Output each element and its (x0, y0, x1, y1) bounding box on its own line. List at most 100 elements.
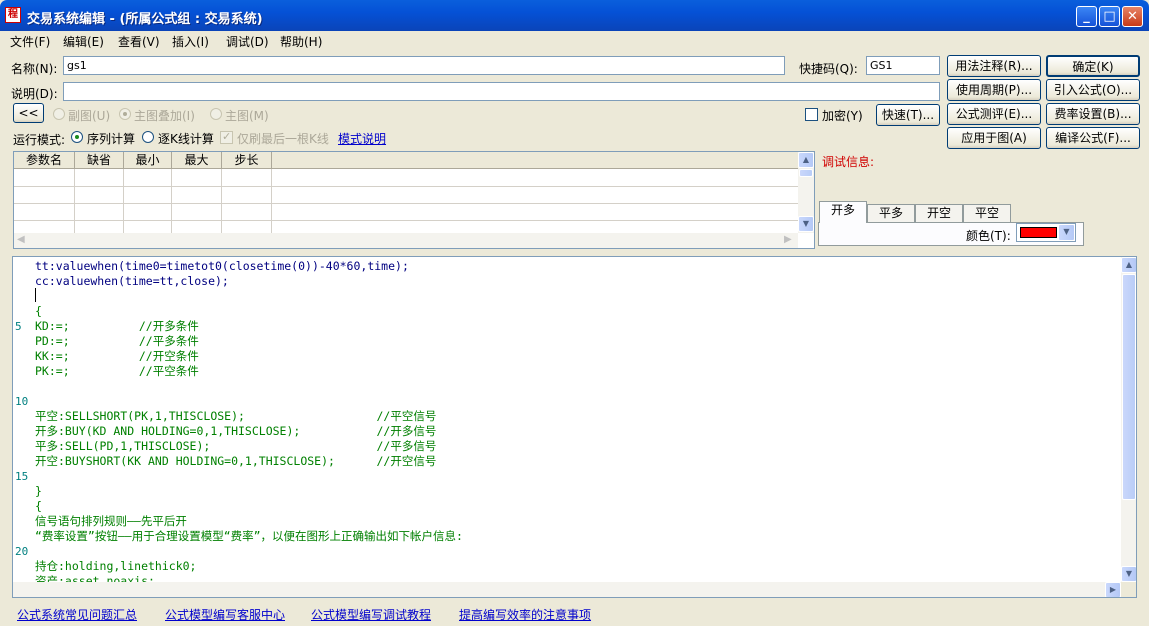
import-formula-button[interactable]: 引入公式(O)... (1046, 79, 1140, 101)
minimize-icon[interactable]: _ (1076, 6, 1097, 27)
code-line[interactable]: 开空:BUYSHORT(KK AND HOLDING=0,1,THISCLOSE… (35, 454, 436, 469)
radio-main-overlay[interactable] (119, 108, 131, 120)
code-line[interactable]: { (35, 304, 42, 319)
radio-seq-label: 序列计算 (87, 132, 136, 146)
ok-button[interactable]: 确定(K) (1046, 55, 1140, 77)
code-line[interactable]: KK:=; //开空条件 (35, 349, 199, 364)
radio-main-chart[interactable] (210, 108, 222, 120)
tab-open-short[interactable]: 开空 (915, 204, 963, 222)
grid-header-name[interactable]: 参数名 (14, 152, 75, 169)
code-line[interactable]: 持仓:holding,linethick0; (35, 559, 196, 574)
link-faq[interactable]: 公式系统常见问题汇总 (17, 606, 137, 623)
radio-main-label: 主图(M) (225, 109, 269, 123)
code-line[interactable]: tt:valuewhen(time0=timetot0(closetime(0)… (35, 259, 409, 274)
code-line[interactable]: PD:=; //平多条件 (35, 334, 199, 349)
editor-scroll-right-icon[interactable]: ▶ (1105, 582, 1121, 597)
chevron-down-icon[interactable]: ▼ (1058, 224, 1075, 241)
apply-chart-button[interactable]: 应用于图(A) (947, 127, 1041, 149)
encrypt-checkbox[interactable] (805, 108, 818, 121)
code-line[interactable]: cc:valuewhen(time=tt,close); (35, 274, 229, 289)
menu-insert[interactable]: 插入(I) (172, 33, 209, 50)
menu-edit[interactable]: 编辑(E) (63, 33, 104, 50)
grid-col-line (271, 169, 272, 233)
code-line[interactable]: 平空:SELLSHORT(PK,1,THISCLOSE); //平空信号 (35, 409, 436, 424)
editor-hscrollbar[interactable] (13, 582, 1121, 597)
grid-col-line (123, 169, 124, 233)
text-cursor (35, 288, 36, 302)
only-last-label: 仅刷最后一根K线 (237, 132, 329, 146)
status-bar: 公式系统常见问题汇总 公式模型编写客服中心 公式模型编写调试教程 提高编写效率的… (0, 602, 1149, 626)
name-input[interactable]: gs1 (63, 56, 785, 75)
code-area[interactable]: tt:valuewhen(time0=timetot0(closetime(0)… (13, 258, 1121, 582)
tab-close-long[interactable]: 平多 (867, 204, 915, 222)
radio-sub-label: 副图(U) (68, 109, 111, 123)
link-support[interactable]: 公式模型编写客服中心 (165, 606, 285, 623)
code-editor[interactable]: tt:valuewhen(time0=timetot0(closetime(0)… (12, 256, 1137, 598)
line-number: 5 (15, 320, 22, 333)
tab-close-short[interactable]: 平空 (963, 204, 1011, 222)
radio-kline-label: 逐K线计算 (158, 132, 214, 146)
editor-vscroll-thumb[interactable] (1122, 274, 1136, 500)
fee-settings-button[interactable]: 费率设置(B)... (1046, 103, 1140, 125)
grid-header-max[interactable]: 最大 (172, 152, 222, 169)
radio-kline-calc[interactable] (142, 131, 154, 143)
editor-scroll-down-icon[interactable]: ▼ (1121, 566, 1136, 582)
code-line[interactable]: { (35, 499, 42, 514)
code-line[interactable]: “费率设置”按钮——用于合理设置模型“费率”，以便在图形上正确输出如下帐户信息: (35, 529, 463, 544)
color-select[interactable]: ▼ (1016, 223, 1076, 242)
grid-scroll-up-icon[interactable]: ▲ (798, 152, 814, 168)
grid-header-min[interactable]: 最小 (124, 152, 172, 169)
grid-row-line (14, 186, 798, 187)
menu-file[interactable]: 文件(F) (10, 33, 50, 50)
only-last-checkbox[interactable] (220, 130, 233, 144)
grid-hscrollbar[interactable] (14, 233, 798, 248)
color-swatch (1020, 227, 1057, 238)
line-number: 20 (15, 545, 29, 558)
code-line[interactable]: 开多:BUY(KD AND HOLDING=0,1,THISCLOSE); //… (35, 424, 436, 439)
name-label: 名称(N): (11, 62, 58, 76)
grid-header-step[interactable]: 步长 (222, 152, 272, 169)
debug-info-label: 调试信息: (822, 155, 875, 169)
grid-vscroll-thumb[interactable] (799, 169, 813, 177)
params-grid[interactable]: 参数名 缺省 最小 最大 步长 ▲ ▼ ◀ ▶ (13, 151, 815, 249)
compile-button[interactable]: 编译公式(F)... (1046, 127, 1140, 149)
menu-view[interactable]: 查看(V) (118, 33, 160, 50)
shortcut-input[interactable]: GS1 (866, 56, 940, 75)
color-label: 颜色(T): (966, 229, 1011, 243)
desc-input[interactable] (63, 82, 940, 101)
scroll-corner (1121, 582, 1136, 597)
usage-notes-button[interactable]: 用法注释(R)... (947, 55, 1041, 77)
close-icon[interactable]: ✕ (1122, 6, 1143, 27)
title-bar: 程 交易系统编辑 - (所属公式组 : 交易系统) _ □ ✕ (0, 0, 1149, 31)
tab-open-long[interactable]: 开多 (819, 201, 867, 223)
link-tutorial[interactable]: 公式模型编写调试教程 (311, 606, 431, 623)
grid-header-filler (272, 152, 798, 169)
radio-sub-chart[interactable] (53, 108, 65, 120)
desc-label: 说明(D): (11, 87, 58, 101)
editor-scroll-up-icon[interactable]: ▲ (1121, 257, 1136, 273)
app-icon: 程 (5, 7, 21, 23)
menu-help[interactable]: 帮助(H) (280, 33, 322, 50)
grid-scroll-left-icon[interactable]: ◀ (17, 234, 25, 245)
collapse-button[interactable]: << (13, 103, 44, 123)
grid-scroll-down-icon[interactable]: ▼ (798, 216, 814, 232)
maximize-icon[interactable]: □ (1099, 6, 1120, 27)
link-tips[interactable]: 提高编写效率的注意事项 (459, 606, 591, 623)
code-line[interactable]: KD:=; //开多条件 (35, 319, 199, 334)
period-button[interactable]: 使用周期(P)... (947, 79, 1041, 101)
grid-scroll-right-icon[interactable]: ▶ (784, 234, 792, 245)
menu-debug[interactable]: 调试(D) (226, 33, 269, 50)
quick-button[interactable]: 快速(T)... (876, 104, 940, 126)
code-line[interactable]: PK:=; //平空条件 (35, 364, 199, 379)
radio-seq-calc[interactable] (71, 131, 83, 143)
formula-test-button[interactable]: 公式测评(E)... (947, 103, 1041, 125)
grid-header-default[interactable]: 缺省 (75, 152, 124, 169)
mode-help-link[interactable]: 模式说明 (338, 130, 386, 147)
line-number: 10 (15, 395, 29, 408)
code-line[interactable]: } (35, 484, 42, 499)
code-line[interactable]: 信号语句排列规则——先平后开 (35, 514, 187, 529)
code-line[interactable]: 资产:asset,noaxis; (35, 574, 155, 582)
window-title: 交易系统编辑 - (所属公式组 : 交易系统) (27, 12, 263, 27)
run-mode-label: 运行模式: (13, 133, 66, 147)
code-line[interactable]: 平多:SELL(PD,1,THISCLOSE); //平多信号 (35, 439, 436, 454)
